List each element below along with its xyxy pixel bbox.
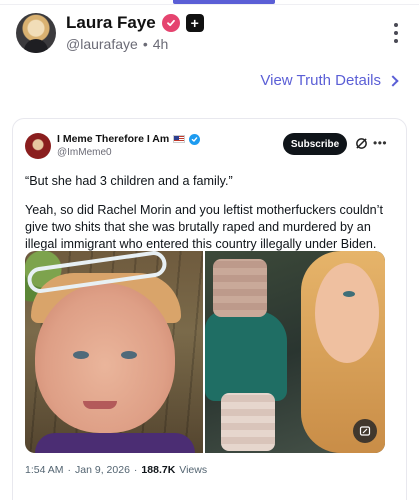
- photo-figure: [205, 311, 287, 401]
- more-options-icon[interactable]: [392, 23, 400, 43]
- embed-paragraph: Yeah, so did Rachel Morin and you leftis…: [25, 203, 383, 251]
- grok-icon[interactable]: [355, 137, 368, 150]
- handle-row: @laurafaye • 4h: [66, 36, 168, 52]
- photo-eye: [73, 351, 89, 359]
- separator: •: [142, 36, 148, 52]
- embed-display-name[interactable]: I Meme Therefore I Am: [57, 133, 169, 145]
- photo-mouth: [83, 401, 117, 409]
- embed-header: I Meme Therefore I Am @ImMeme0 Subscribe…: [25, 133, 395, 163]
- views-count: 188.7K: [141, 464, 176, 476]
- author-handle[interactable]: @laurafaye: [66, 36, 138, 52]
- photo-face: [315, 263, 379, 363]
- alt-text-icon[interactable]: [353, 419, 377, 443]
- verified-icon: [161, 14, 180, 32]
- embed-footer: 1:54 AM · Jan 9, 2026 · 188.7K Views: [25, 464, 207, 476]
- verified-icon: [189, 133, 201, 145]
- embed-handle[interactable]: @ImMeme0: [57, 147, 112, 158]
- separator: ·: [67, 464, 72, 476]
- embed-date[interactable]: Jan 9, 2026: [75, 464, 130, 476]
- photo[interactable]: [25, 251, 203, 453]
- embed-time[interactable]: 1:54 AM: [25, 464, 64, 476]
- flag-icon: [173, 135, 186, 143]
- avatar[interactable]: [16, 13, 56, 53]
- embedded-post[interactable]: I Meme Therefore I Am @ImMeme0 Subscribe…: [12, 118, 407, 500]
- avatar-figure: [24, 39, 48, 53]
- photo-face: [35, 283, 175, 433]
- photo[interactable]: [205, 251, 385, 453]
- photo-shirt: [35, 433, 195, 453]
- more-icon[interactable]: •••: [373, 136, 387, 150]
- subscribe-button[interactable]: Subscribe: [283, 133, 347, 155]
- timestamp[interactable]: 4h: [153, 36, 169, 52]
- views-label: Views: [179, 464, 208, 476]
- name-row: Laura Faye +: [66, 13, 204, 33]
- separator: ·: [133, 464, 138, 476]
- embed-avatar[interactable]: [25, 133, 51, 159]
- blurred-face: [221, 393, 275, 451]
- view-details-link[interactable]: View Truth Details: [260, 72, 399, 89]
- divider: [0, 4, 419, 5]
- blurred-face: [213, 259, 267, 317]
- display-name[interactable]: Laura Faye: [66, 13, 156, 33]
- embed-paragraph: “But she had 3 children and a family.”: [25, 174, 233, 188]
- chevron-right-icon: [387, 75, 399, 87]
- photo-eye: [343, 291, 355, 297]
- view-details-label: View Truth Details: [260, 72, 381, 89]
- media-grid: [25, 251, 385, 453]
- photo-eye: [121, 351, 137, 359]
- embed-name-row: I Meme Therefore I Am: [57, 133, 201, 145]
- plus-icon: +: [185, 14, 204, 32]
- post-header: Laura Faye + @laurafaye • 4h: [16, 13, 406, 55]
